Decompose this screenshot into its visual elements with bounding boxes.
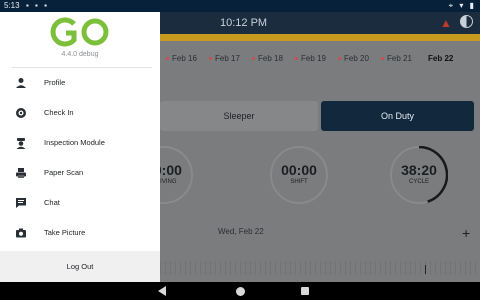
menu-item-label: Check In xyxy=(44,108,74,117)
violation-dot-icon xyxy=(295,57,298,61)
violation-dot-icon xyxy=(252,57,255,61)
home-icon[interactable] xyxy=(236,287,245,296)
date-selector: Feb 16 Feb 17 Feb 18 Feb 19 Feb 20 Feb 2… xyxy=(160,51,480,71)
sleeper-button[interactable]: Sleeper xyxy=(160,101,318,131)
drawer-divider xyxy=(12,67,152,68)
menu-item-label: Chat xyxy=(44,198,60,207)
shift-gauge: 00:00 SHIFT xyxy=(270,146,328,204)
date-tab[interactable]: Feb 18 xyxy=(252,54,283,63)
shift-label: SHIFT xyxy=(290,179,308,185)
menu-item-label: Inspection Module xyxy=(44,138,105,147)
menu-item-chat[interactable]: Chat xyxy=(0,191,160,215)
app-version: 4.4.0 debug xyxy=(61,51,99,58)
navigation-drawer: 4.4.0 debug Profile Check In Inspection … xyxy=(0,12,160,282)
system-navigation-bar xyxy=(0,282,480,300)
menu-item-profile[interactable]: Profile xyxy=(0,71,160,95)
shift-value: 00:00 xyxy=(281,162,317,178)
scanner-icon xyxy=(16,168,26,178)
date-tab[interactable]: Feb 20 xyxy=(338,54,369,63)
inspector-icon xyxy=(16,138,26,149)
current-time-marker xyxy=(425,265,426,274)
checkin-icon xyxy=(16,108,26,118)
theme-toggle-icon[interactable] xyxy=(460,15,473,28)
menu-item-inspection-module[interactable]: Inspection Module xyxy=(0,131,160,155)
menu-item-label: Paper Scan xyxy=(44,168,84,177)
violation-dot-icon xyxy=(381,57,384,61)
menu-item-paper-scan[interactable]: Paper Scan xyxy=(0,161,160,185)
on-duty-button[interactable]: On Duty xyxy=(321,101,474,131)
cycle-progress-arc xyxy=(418,146,448,203)
system-status-bar: 5:13 ▪ ▪ ▪ ⌖ ▾ ▮ xyxy=(0,0,480,12)
person-icon xyxy=(16,78,26,88)
duty-status-toggle: Sleeper On Duty xyxy=(160,101,474,131)
date-tab-selected[interactable]: Feb 22 xyxy=(428,54,453,63)
duty-log-chart xyxy=(160,261,480,275)
date-tab[interactable]: Feb 16 xyxy=(166,54,197,63)
recent-apps-icon[interactable] xyxy=(301,287,309,295)
menu-item-label: Take Picture xyxy=(44,228,86,237)
notification-icons: ▪ ▪ ▪ xyxy=(26,1,49,10)
date-tab[interactable]: Feb 17 xyxy=(209,54,240,63)
back-icon[interactable] xyxy=(158,286,166,296)
menu-item-label: Profile xyxy=(44,78,66,87)
violation-dot-icon xyxy=(209,57,212,61)
menu-item-check-in[interactable]: Check In xyxy=(0,101,160,125)
system-indicator-icons: ⌖ ▾ ▮ xyxy=(448,1,476,10)
cycle-gauge: 38:20 CYCLE xyxy=(390,146,448,204)
date-tab[interactable]: Feb 21 xyxy=(381,54,412,63)
chat-icon xyxy=(16,198,26,208)
logout-button[interactable]: Log Out xyxy=(0,251,160,282)
menu-item-take-picture[interactable]: Take Picture xyxy=(0,221,160,245)
violation-dot-icon xyxy=(338,57,341,61)
go-logo xyxy=(50,17,109,47)
day-title: Wed, Feb 22 xyxy=(218,227,264,236)
status-time: 5:13 xyxy=(4,1,20,10)
header-clock: 10:12 PM xyxy=(220,17,268,29)
warning-icon[interactable]: ▲ xyxy=(440,16,452,30)
violation-dot-icon xyxy=(166,57,169,61)
add-icon[interactable]: + xyxy=(462,225,470,241)
date-tab[interactable]: Feb 19 xyxy=(295,54,326,63)
camera-icon xyxy=(16,228,26,238)
